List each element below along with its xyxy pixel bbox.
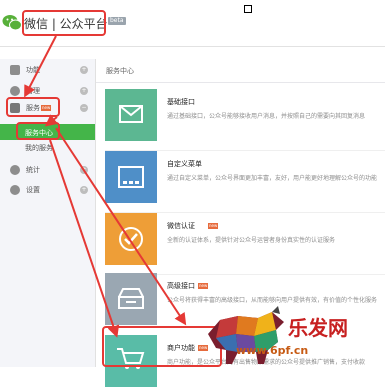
annotation-box-service xyxy=(6,97,60,117)
service-card-verification[interactable]: 微信认证 new 全新的认证体系，提供针对公众号运营者身份真实性的认证服务 xyxy=(105,213,385,275)
sidebar-item-label: 功能 xyxy=(26,66,40,74)
watermark-url: www.6pf.cn xyxy=(236,344,309,357)
expand-icon[interactable]: + xyxy=(80,87,88,95)
beta-badge: beta xyxy=(108,17,126,25)
sidebar-item-settings[interactable]: 设置 + xyxy=(0,181,95,201)
card-title[interactable]: 高级接口 xyxy=(167,281,195,291)
new-badge: new xyxy=(208,223,219,229)
sidebar-item-function[interactable]: 功能 + xyxy=(0,61,95,81)
function-icon xyxy=(10,65,20,75)
tray-icon xyxy=(118,288,144,309)
sidebar-item-label: 管理 xyxy=(26,87,40,95)
sidebar-item-stats[interactable]: 统计 + xyxy=(0,161,95,181)
annotation-box-title xyxy=(22,10,106,36)
stats-icon xyxy=(10,165,20,175)
subnav-my-services[interactable]: 我的服务 xyxy=(25,143,53,153)
breadcrumb-label: 服务中心 xyxy=(106,67,134,75)
sidebar-item-label: 设置 xyxy=(26,186,40,194)
card-description: 公众号将获得丰富的高级接口，从而能够向用户提供有效，有价值的个性化服务 xyxy=(167,297,378,304)
check-icon xyxy=(119,227,143,251)
card-description: 通过基础接口，公众号能够接收用户消息，并按照自己的需要向其回复消息 xyxy=(167,113,366,120)
card-title[interactable]: 自定义菜单 xyxy=(167,159,202,169)
service-card-basic-api[interactable]: 基础接口 通过基础接口，公众号能够接收用户消息，并按照自己的需要向其回复消息 xyxy=(105,89,385,151)
annotation-box-service-center xyxy=(16,122,60,140)
verification-tile xyxy=(105,213,157,265)
wechat-logo-icon xyxy=(2,15,22,31)
menu-icon xyxy=(118,166,144,188)
new-badge: new xyxy=(198,283,209,289)
manage-icon xyxy=(10,86,20,96)
card-title[interactable]: 基础接口 xyxy=(167,97,195,107)
card-description: 全新的认证体系，提供针对公众号运营者身份真实性的认证服务 xyxy=(167,237,336,244)
expand-icon[interactable]: + xyxy=(80,166,88,174)
card-title[interactable]: 微信认证 xyxy=(167,221,195,231)
marker-square xyxy=(244,5,252,13)
watermark-brand: 乐发网 xyxy=(288,316,348,340)
service-card-custom-menu[interactable]: 自定义菜单 通过自定义菜单，公众号界面更加丰富，友好，用户能更好地理解公众号的功… xyxy=(105,151,385,213)
custom-menu-tile xyxy=(105,151,157,203)
collapse-icon[interactable]: − xyxy=(80,104,88,112)
settings-icon xyxy=(10,185,20,195)
expand-icon[interactable]: + xyxy=(80,66,88,74)
expand-icon[interactable]: + xyxy=(80,186,88,194)
card-description: 通过自定义菜单，公众号界面更加丰富，友好，用户能更好地理解公众号的功能 xyxy=(167,175,378,182)
advanced-api-tile xyxy=(105,273,157,325)
mail-icon xyxy=(119,105,143,123)
breadcrumb: 服务中心 xyxy=(96,59,385,83)
basic-api-tile xyxy=(105,89,157,141)
sidebar-item-label: 统计 xyxy=(26,166,40,174)
